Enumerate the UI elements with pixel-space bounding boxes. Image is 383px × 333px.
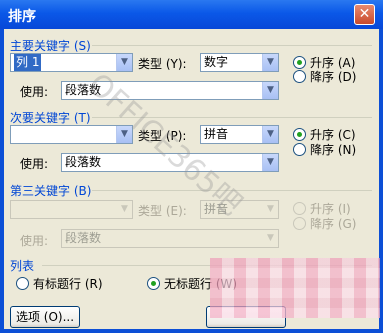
secondary-asc-radio[interactable]: 升序 (C) [293, 128, 356, 142]
has-header-radio[interactable]: 有标题行 (R) [16, 277, 103, 291]
secondary-using-label: 使用: [20, 157, 49, 171]
primary-using-label: 使用: [20, 85, 49, 99]
secondary-asc-label: 升序 (C) [310, 128, 356, 142]
radio-circle [293, 217, 306, 230]
chevron-down-icon: ▼ [116, 201, 132, 218]
secondary-using-value: 段落数 [65, 155, 102, 169]
primary-using-combo[interactable]: 段落数 ▼ [61, 81, 279, 100]
close-button[interactable]: ✕ [354, 4, 375, 25]
chevron-down-icon: ▼ [262, 230, 278, 247]
primary-type-label: 类型 (Y): [138, 57, 187, 71]
third-divider [92, 190, 372, 191]
third-key-section-label: 第三关键字 (B) [10, 184, 92, 198]
secondary-type-value: 拼音 [204, 127, 229, 141]
close-icon: ✕ [358, 6, 371, 22]
primary-key-combo[interactable]: 列 1 ▼ [10, 53, 133, 72]
third-asc-radio: 升序 (I) [293, 202, 351, 216]
chevron-down-icon[interactable]: ▼ [116, 126, 132, 143]
secondary-using-combo[interactable]: 段落数 ▼ [61, 153, 279, 172]
third-desc-radio: 降序 (G) [293, 217, 356, 231]
title-bar[interactable]: 排序 ✕ [0, 0, 383, 29]
secondary-desc-label: 降序 (N) [310, 143, 357, 157]
third-using-combo: 段落数 ▼ [61, 229, 279, 248]
third-type-label: 类型 (E): [138, 204, 187, 218]
third-desc-label: 降序 (G) [310, 217, 357, 231]
sort-dialog: 排序 ✕ 主要关键字 (S) 列 1 ▼ 类型 (Y): 数字 ▼ 升序 (A)… [0, 0, 383, 333]
secondary-type-combo[interactable]: 拼音 ▼ [200, 125, 279, 144]
primary-type-value: 数字 [204, 55, 229, 69]
secondary-type-label: 类型 (P): [138, 129, 187, 143]
third-type-value: 拼音 [204, 202, 229, 216]
third-using-value: 段落数 [65, 231, 102, 245]
primary-asc-radio[interactable]: 升序 (A) [293, 56, 355, 70]
secondary-desc-radio[interactable]: 降序 (N) [293, 143, 356, 157]
chevron-down-icon[interactable]: ▼ [262, 154, 278, 171]
chevron-down-icon[interactable]: ▼ [262, 126, 278, 143]
primary-desc-label: 降序 (D) [310, 70, 357, 84]
third-key-combo: ▼ [10, 200, 133, 219]
primary-divider [92, 45, 372, 46]
third-using-label: 使用: [20, 234, 49, 248]
chevron-down-icon[interactable]: ▼ [262, 82, 278, 99]
chevron-down-icon: ▼ [262, 201, 278, 218]
options-button[interactable]: 选项 (O)... [10, 306, 80, 328]
radio-circle [147, 277, 160, 290]
primary-type-combo[interactable]: 数字 ▼ [200, 53, 279, 72]
has-header-label: 有标题行 (R) [33, 277, 103, 291]
radio-circle [16, 277, 29, 290]
primary-key-section-label: 主要关键字 (S) [10, 39, 91, 53]
radio-circle [293, 143, 306, 156]
secondary-divider [92, 117, 372, 118]
primary-desc-radio[interactable]: 降序 (D) [293, 70, 356, 84]
radio-circle [293, 202, 306, 215]
radio-circle [293, 56, 306, 69]
list-section-label: 列表 [10, 259, 35, 273]
secondary-key-section-label: 次要关键字 (T) [10, 111, 91, 125]
primary-key-value: 列 1 [14, 54, 42, 71]
window-title: 排序 [8, 9, 36, 25]
third-type-combo: 拼音 ▼ [200, 200, 279, 219]
primary-using-value: 段落数 [65, 83, 102, 97]
radio-circle [293, 70, 306, 83]
secondary-key-combo[interactable]: ▼ [10, 125, 133, 144]
chevron-down-icon[interactable]: ▼ [262, 54, 278, 71]
radio-circle [293, 128, 306, 141]
chevron-down-icon[interactable]: ▼ [116, 54, 132, 71]
third-asc-label: 升序 (I) [310, 202, 351, 216]
pixelated-area [210, 258, 380, 318]
primary-asc-label: 升序 (A) [310, 56, 356, 70]
